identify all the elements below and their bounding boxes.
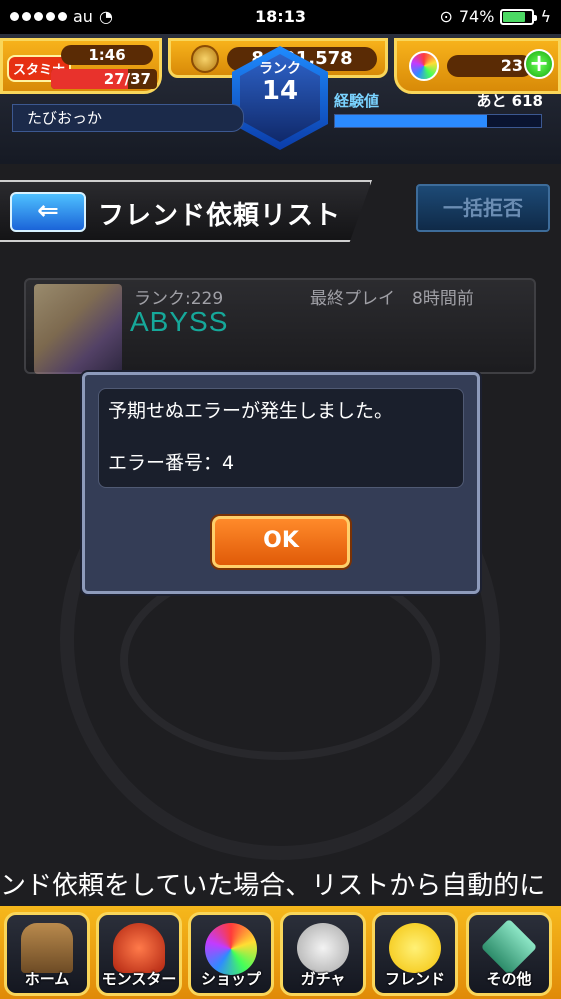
friend-name: ABYSS	[130, 306, 229, 337]
coin-icon	[191, 45, 219, 73]
home-icon	[21, 923, 73, 973]
monster-icon	[113, 923, 165, 973]
status-bar: au ◔ 18:13 ⊙ 74% ϟ	[0, 0, 561, 34]
exp-bar-fill	[335, 115, 488, 127]
error-code: エラー番号：4	[108, 452, 235, 474]
nav-home-label: ホーム	[24, 970, 70, 988]
battery-percent: 74%	[458, 7, 495, 26]
back-arrow-icon: ⇐	[37, 196, 59, 226]
exp-bar	[334, 114, 542, 128]
rotation-lock-icon: ⊙	[439, 7, 453, 26]
nav-gacha[interactable]: ガチャ	[280, 912, 366, 996]
friend-last-play: 最終プレイ 8時間前	[310, 289, 474, 309]
stamina-count: 27/37	[103, 70, 151, 88]
nav-friend-label: フレンド	[384, 970, 445, 988]
add-orbs-button[interactable]: +	[524, 49, 554, 79]
battery-icon	[500, 8, 538, 25]
nav-gacha-label: ガチャ	[300, 970, 346, 988]
rank-value: 14	[261, 76, 299, 106]
nav-other[interactable]: その他	[466, 912, 552, 996]
nav-monster[interactable]: モンスター	[96, 912, 182, 996]
nav-other-label: その他	[486, 970, 532, 988]
bottom-nav: ホーム モンスター ショップ ガチャ フレンド その他	[0, 906, 561, 999]
exp-label: 経験値	[334, 92, 380, 110]
nav-monster-label: モンスター	[101, 970, 177, 988]
other-icon	[480, 918, 538, 976]
player-name: たびおっか	[12, 104, 244, 132]
news-ticker: ンド依頼をしていた場合、リストから自動的に	[0, 871, 546, 901]
gacha-icon	[297, 923, 349, 973]
orb-icon	[409, 51, 439, 81]
ok-button[interactable]: OK	[212, 516, 350, 568]
stamina-timer: 1:46	[61, 45, 153, 65]
nav-shop-label: ショップ	[200, 970, 261, 988]
nav-home[interactable]: ホーム	[4, 912, 90, 996]
orb-panel: 23 +	[394, 38, 561, 94]
battery-info: ⊙ 74% ϟ	[439, 7, 551, 26]
charging-icon: ϟ	[540, 7, 551, 26]
rank-label: ランク	[259, 61, 301, 77]
exp-remaining: あと 618	[476, 92, 543, 110]
friend-icon	[389, 923, 441, 973]
error-message: 予期せぬエラーが発生しました。	[108, 400, 394, 422]
reject-all-button[interactable]: 一括拒否	[416, 184, 550, 232]
stamina-panel: スタミナ 1:46 27/37	[0, 38, 162, 94]
friend-avatar	[34, 284, 122, 374]
nav-friend[interactable]: フレンド	[372, 912, 458, 996]
back-button[interactable]: ⇐	[10, 192, 86, 232]
nav-shop[interactable]: ショップ	[188, 912, 274, 996]
page-title: フレンド依頼リスト	[98, 201, 342, 231]
orb-count: 23	[447, 55, 533, 77]
